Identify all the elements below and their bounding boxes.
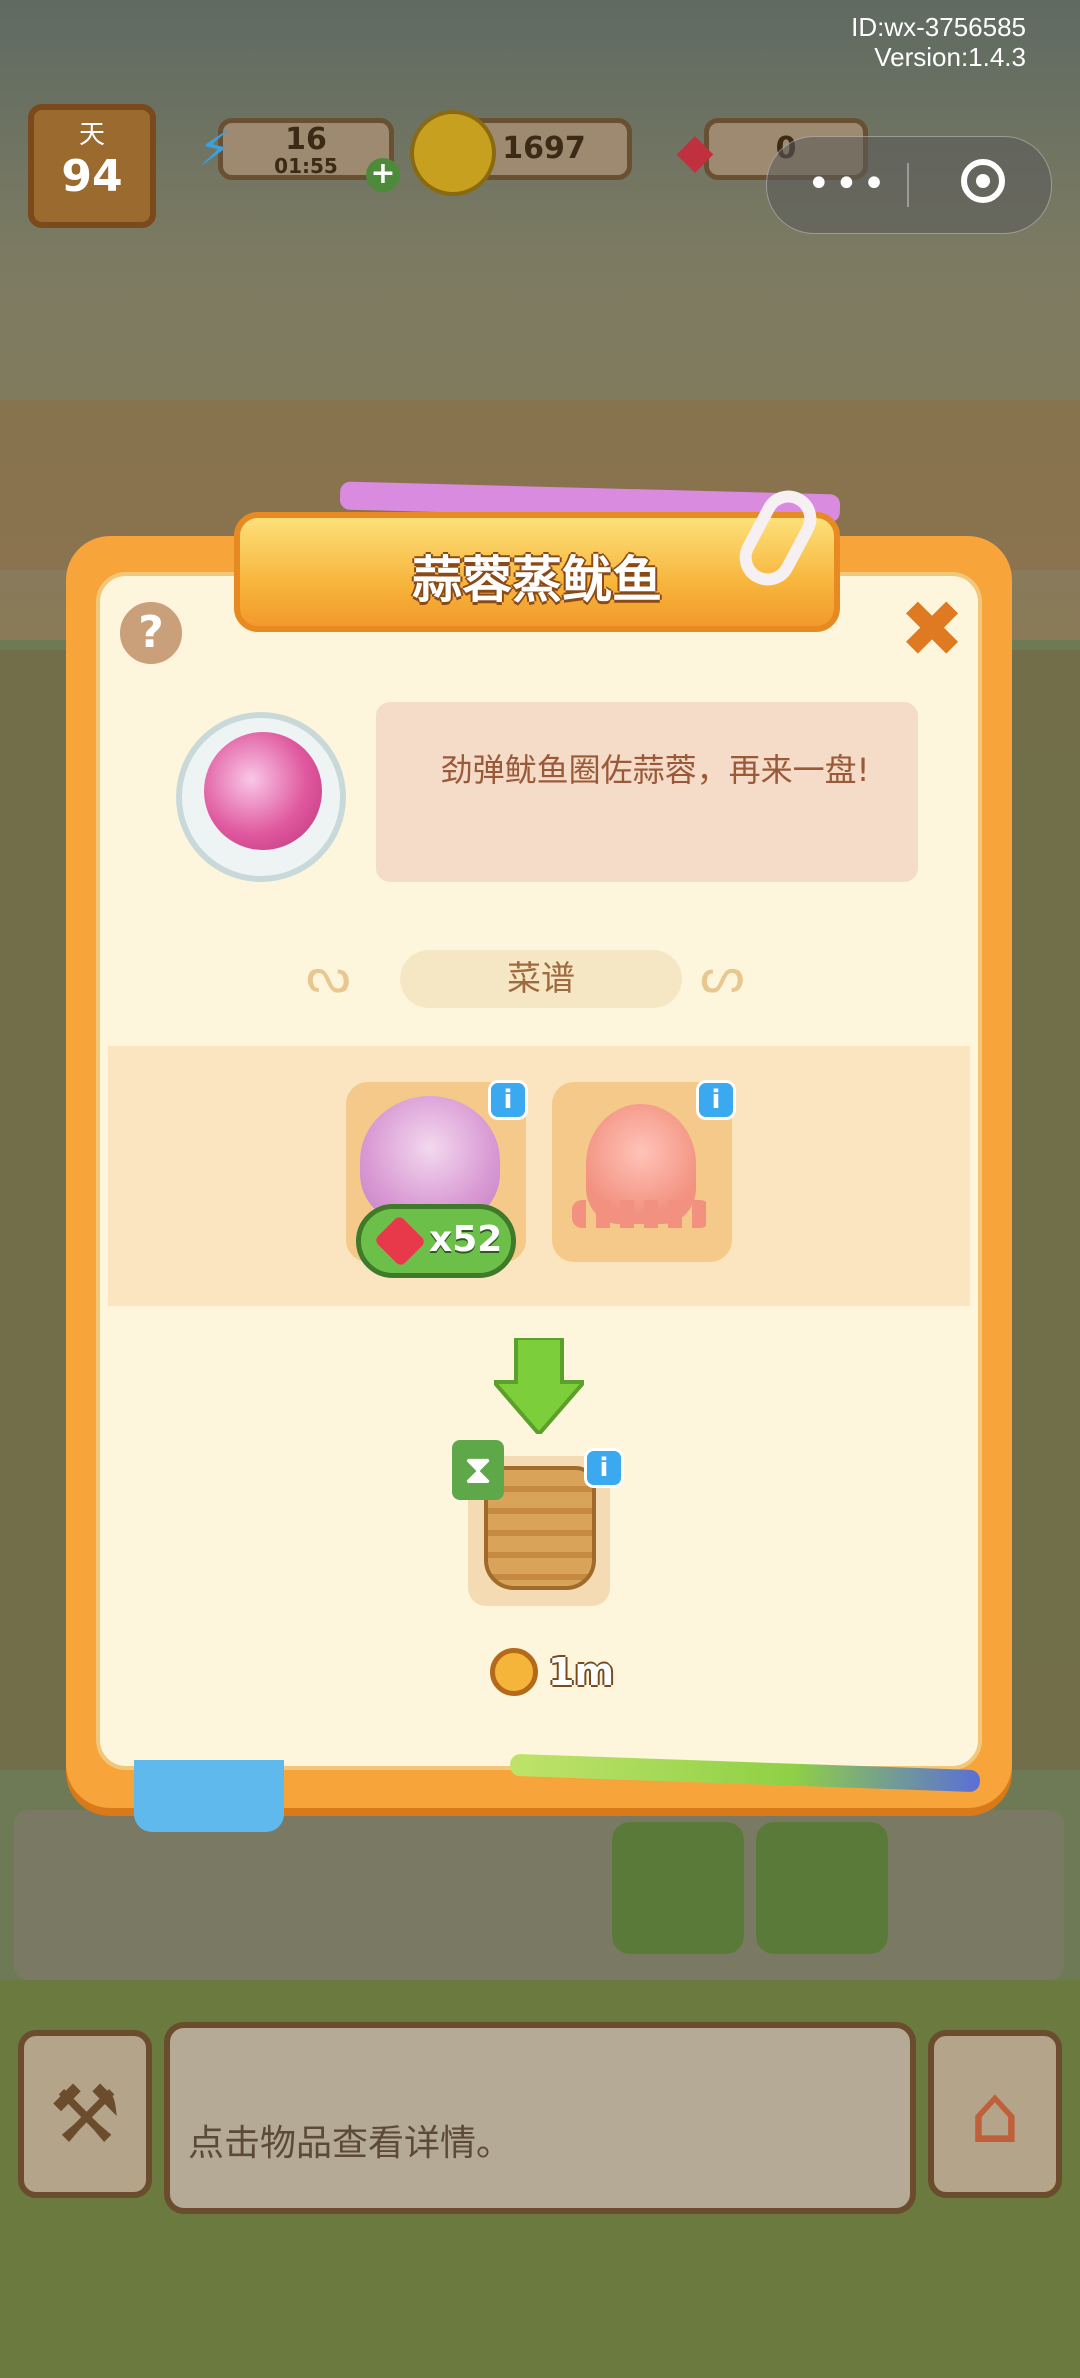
gem-cost: x52 [429,1219,503,1260]
squid-info-button[interactable]: i [696,1080,736,1120]
shop-button[interactable]: ⌂ [928,2030,1062,2198]
coins-value: 1697 [502,131,586,166]
more-icon[interactable]: ••• [807,161,890,207]
stopwatch-icon [490,1648,538,1696]
close-button[interactable]: ✖ [896,591,968,669]
user-id-text: ID:wx-3756585 [851,12,1026,42]
info-panel: 点击物品查看详情。 [164,2022,916,2214]
day-value: 94 [61,151,123,202]
hourglass-icon: ⧗ [452,1440,504,1500]
arrow-down-icon [494,1338,584,1434]
steamer-info-button[interactable]: i [584,1448,624,1488]
hammer-button[interactable]: ⚒ [18,2030,152,2198]
recipe-label: 菜谱 [400,950,682,1008]
day-label: 天 [78,120,105,150]
ruby-gem-icon [373,1214,427,1268]
day-counter: 天 94 [28,104,156,228]
help-button[interactable]: ? [116,598,186,668]
add-energy-button[interactable]: + [366,158,400,192]
lightning-icon: ⚡ [198,121,232,177]
hint-text: 点击物品查看详情。 [188,2123,513,2164]
item-slot-meat[interactable] [468,1822,600,1954]
left-order-column [0,650,70,1770]
ingredients-band [108,1046,970,1306]
version-text: Version:1.4.3 [874,42,1026,72]
item-slot-meatballs[interactable] [612,1822,744,1954]
item-slot-display-case[interactable] [36,1822,168,1954]
description-box: 劲弹鱿鱼圈佐蒜蓉，再来一盘! [376,702,918,882]
item-slot-ice[interactable] [324,1822,456,1954]
item-shelf [14,1810,1064,1980]
coin-icon [410,110,496,196]
dish-icon [176,712,346,882]
item-slot-steak[interactable] [180,1822,312,1954]
hammer-icon: ⚒ [49,2067,121,2161]
cook-time-value: 1m [548,1650,615,1694]
dialog-blue-tab [134,1760,284,1832]
build-info: ID:wx-3756585 Version:1.4.3 [851,12,1026,72]
left-swirl-ornament: ᔓ [306,946,351,1004]
buy-garlic-badge[interactable]: x52 [356,1204,516,1278]
shop-icon: ⌂ [969,2067,1021,2161]
close-mini-program-icon[interactable] [961,159,1005,203]
dish-description: 劲弹鱿鱼圈佐蒜蓉，再来一盘! [440,751,870,789]
item-slot-bacon[interactable] [756,1822,888,1954]
right-order-column [1010,650,1080,1770]
garlic-info-button[interactable]: i [488,1080,528,1120]
squid-icon [572,1104,710,1228]
right-swirl-ornament: ᔕ [700,946,745,1004]
squid-dish-food [204,732,322,850]
capsule-divider [907,163,909,207]
gem-icon: ◆ [676,123,714,179]
item-slot-ham[interactable] [900,1822,1032,1954]
mini-program-capsule: ••• [766,136,1052,234]
